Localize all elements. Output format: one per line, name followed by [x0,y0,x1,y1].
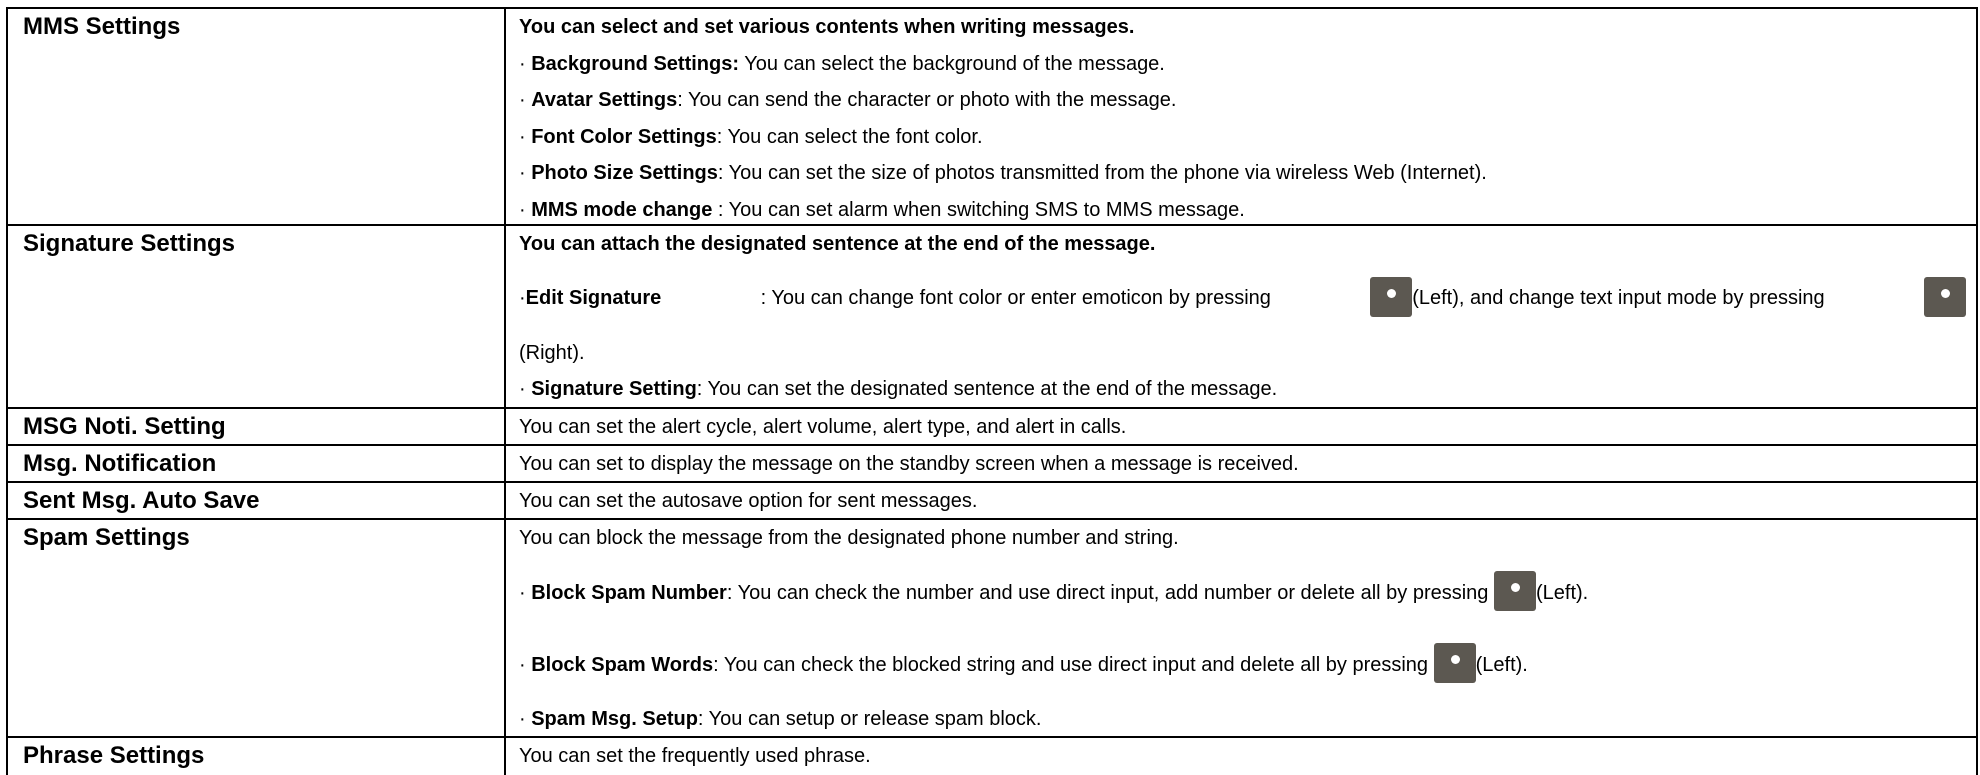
icon-and-text: (Left), and change text input mode by pr… [1370,276,1825,317]
bullet: · [519,198,532,221]
line-bold-text: You can attach the designated sentence a… [519,233,1156,255]
row-description: You can select and set various contents … [506,9,1978,224]
description-line: · Background Settings: You can select th… [519,46,1966,83]
line-text: (Right). [519,341,585,364]
table-row: Spam Settings You can block the message … [8,520,1978,738]
description-line: You can block the message from the desig… [519,527,1179,549]
term: Block Spam Words [531,653,714,676]
bullet: · [519,581,532,604]
table-row: Msg. Notification You can set to display… [8,446,1978,483]
table-row: MSG Noti. Setting You can set the alert … [8,409,1978,446]
description-line: You can set to display the message on th… [519,453,1299,475]
description-line: You can attach the designated sentence a… [519,226,1966,263]
term: Spam Msg. Setup [531,707,698,730]
row-label: Sent Msg. Auto Save [8,483,506,518]
settings-table: MMS Settings You can select and set vari… [6,7,1978,775]
description-line: You can set the frequently used phrase. [519,745,871,767]
line-text: (Left). [1535,581,1589,604]
table-row: Sent Msg. Auto Save You can set the auto… [8,483,1978,520]
center-key-icon [1370,276,1413,317]
row-label: MMS Settings [8,9,506,224]
row-description: You can set the autosave option for sent… [506,483,1978,518]
description-line: · MMS mode change : You can set alarm wh… [519,192,1966,229]
center-key-icon [1924,276,1966,317]
line-text: : You can check the number and use direc… [726,581,1489,604]
term: Block Spam Number [531,581,727,604]
line-text: : You can select the font color. [716,125,983,148]
term: Background Settings: [531,52,740,75]
row-label: Msg. Notification [8,446,506,481]
term: Edit Signature [525,287,662,309]
description-line: You can select and set various contents … [519,9,1966,46]
bullet: · [519,125,532,148]
description-line: · Block Spam Words: You can check the bl… [519,629,1966,701]
description-line: · Photo Size Settings: You can set the s… [519,155,1966,192]
description-line: · Font Color Settings: You can select th… [519,119,1966,156]
line-text: : You can send the character or photo wi… [677,89,1177,111]
bullet: · [519,707,532,730]
line-text: : You can set the size of photos transmi… [717,162,1487,184]
term: Font Color Settings [531,125,717,148]
term: MMS mode change [531,198,713,221]
line-text: : You can setup or release spam block. [697,707,1042,730]
description-line: You can set the alert cycle, alert volum… [519,416,1127,438]
description-line: (Right). [519,335,1966,372]
line-text: (Left), and change text input mode by pr… [1412,287,1825,309]
bullet: · [519,653,532,676]
row-label: Signature Settings [8,226,506,407]
description-line: · Signature Setting: You can set the des… [519,371,1966,408]
edit-signature-segment: · Edit Signature [519,287,661,310]
line-text: : You can set the designated sentence at… [696,378,1278,400]
bullet: · [519,287,526,309]
bullet: · [519,162,532,184]
description-line: You can set the autosave option for sent… [519,490,978,512]
bullet: · [519,378,532,400]
table-row: Signature Settings You can attach the de… [8,226,1978,409]
row-label: MSG Noti. Setting [8,409,506,444]
bullet: · [519,89,532,111]
row-label: Spam Settings [8,520,506,736]
description-line: · Avatar Settings: You can send the char… [519,82,1966,119]
line-text: You can select the background of the mes… [739,52,1165,75]
term: Avatar Settings [531,89,678,111]
line-text: (Left). [1475,653,1528,676]
term: Signature Setting [531,378,697,400]
line-text: : You can change font color or enter emo… [760,287,1271,309]
description-line: · Edit Signature : You can change font c… [519,263,1966,335]
description-line: · Block Spam Number: You can check the n… [519,557,1966,629]
line-bold-text: You can select and set various contents … [519,16,1135,38]
table-row: MMS Settings You can select and set vari… [8,9,1978,226]
line-text: : You can check the blocked string and u… [713,653,1429,676]
row-label: Phrase Settings [8,738,506,775]
description-line: · Spam Msg. Setup: You can setup or rele… [519,701,1966,738]
row-description: You can block the message from the desig… [506,520,1978,736]
row-description: You can set to display the message on th… [506,446,1978,481]
table-row: Phrase Settings You can set the frequent… [8,738,1978,775]
row-description: You can set the alert cycle, alert volum… [506,409,1978,444]
term: Photo Size Settings [531,162,718,184]
center-key-icon [1433,643,1476,684]
bullet: · [519,52,532,75]
line-text: : You can set alarm when switching SMS t… [712,198,1245,221]
row-description: You can set the frequently used phrase. [506,738,1978,775]
center-key-icon [1493,571,1536,612]
row-description: You can attach the designated sentence a… [506,226,1978,407]
trailing-icon-wrap [1924,276,1966,317]
